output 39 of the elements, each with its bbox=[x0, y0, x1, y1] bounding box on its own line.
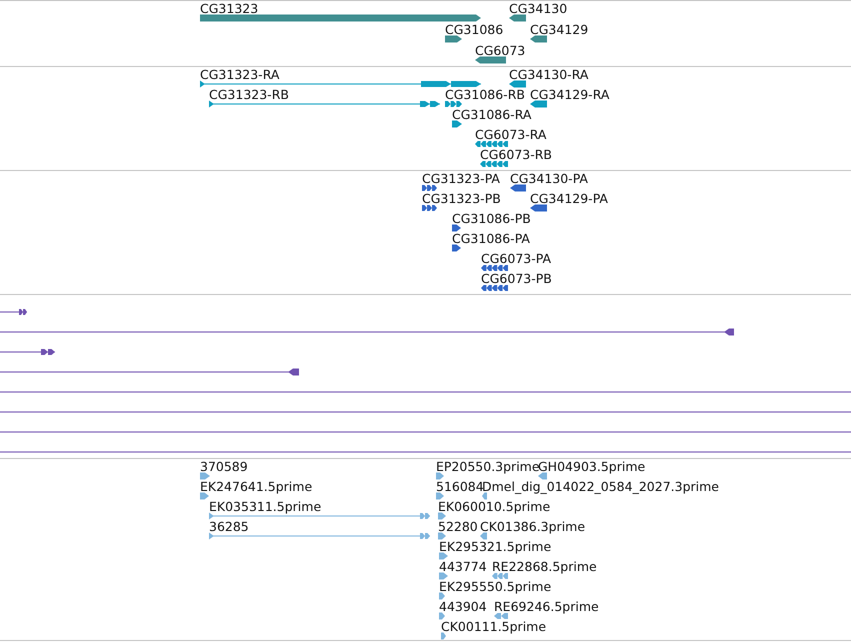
feature-label: CG34129-PA bbox=[530, 192, 608, 205]
feature-label: CG31323-PB bbox=[422, 192, 501, 205]
feature-label: CG31086-RA bbox=[452, 108, 532, 121]
feature-label: 443774 bbox=[439, 560, 487, 573]
feature-label: CG6073 bbox=[475, 44, 526, 57]
feature-label: CG34130-RA bbox=[509, 68, 588, 81]
feature-label: CG34129 bbox=[530, 23, 588, 36]
feature-label: CG31086-PA bbox=[452, 232, 530, 245]
feature-label: CK00111.5prime bbox=[441, 620, 546, 633]
feature-label: CG31323 bbox=[200, 2, 258, 15]
feature-label: CG31323-PA bbox=[422, 172, 500, 185]
feature-label: CG34129-RA bbox=[530, 88, 610, 101]
feature-label: 52280 bbox=[438, 520, 478, 533]
feature-label: RE22868.5prime bbox=[492, 560, 597, 573]
feature-label: EK295550.5prime bbox=[439, 580, 552, 593]
feature-label: CG34130-PA bbox=[510, 172, 588, 185]
feature-label: CG6073-RB bbox=[480, 148, 552, 161]
feature-label: RE69246.5prime bbox=[494, 600, 599, 613]
feature-label: EK060010.5prime bbox=[438, 500, 550, 513]
feature-label: CG6073-PA bbox=[481, 252, 552, 265]
feature-label: 36285 bbox=[209, 520, 249, 533]
feature-label: EK295321.5prime bbox=[439, 540, 552, 553]
feature-label: EP20550.3prime bbox=[436, 460, 540, 473]
feature-label: CG6073-PB bbox=[481, 272, 552, 285]
feature-label: CG34130 bbox=[509, 2, 568, 15]
feature-label: Dmel_dig_014022_0584_2027.3prime bbox=[482, 480, 719, 493]
feature-label: EK035311.5prime bbox=[209, 500, 322, 513]
feature-label: CK01386.3prime bbox=[480, 520, 586, 533]
feature-label: 443904 bbox=[439, 600, 487, 613]
feature-label: 370589 bbox=[200, 460, 248, 473]
feature-label: CG31323-RB bbox=[209, 88, 289, 101]
feature-label: CG6073-RA bbox=[475, 128, 546, 141]
feature-label: CG31086 bbox=[445, 23, 504, 36]
feature-label: CG31086-RB bbox=[445, 88, 525, 101]
feature-label: CG31086-PB bbox=[452, 212, 531, 225]
feature-label: GH04903.5prime bbox=[538, 460, 646, 473]
feature-label: CG31323-RA bbox=[200, 68, 280, 81]
feature-label: EK247641.5prime bbox=[200, 480, 312, 493]
feature-label: 516084 bbox=[436, 480, 484, 493]
